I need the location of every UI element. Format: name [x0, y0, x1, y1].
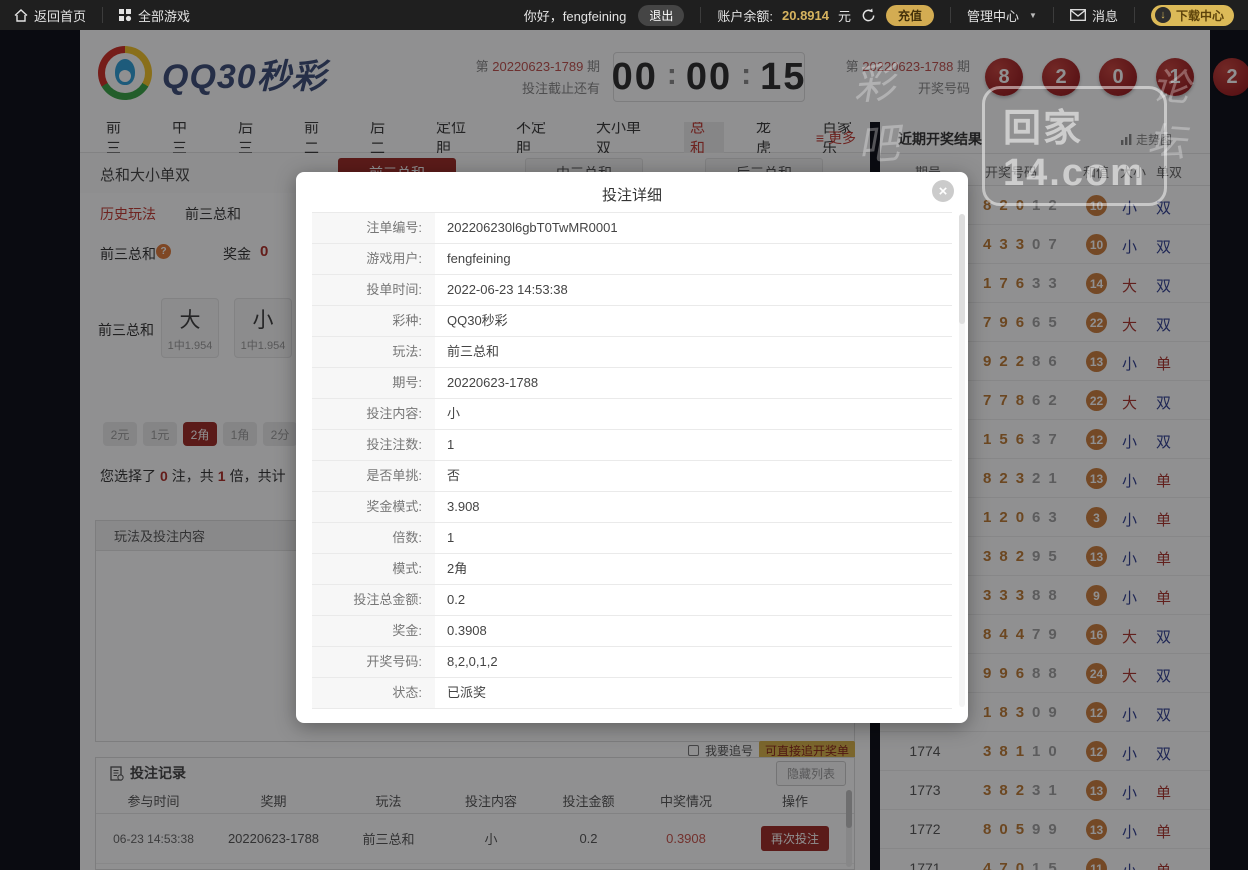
balance-unit: 元: [838, 6, 851, 25]
envelope-icon: [1070, 9, 1086, 21]
detail-value: 1: [435, 430, 952, 460]
detail-label: 投注总金额:: [312, 585, 435, 615]
messages-label: 消息: [1092, 6, 1118, 25]
detail-label: 投注内容:: [312, 399, 435, 429]
detail-label: 注单编号:: [312, 213, 435, 243]
detail-label: 投单时间:: [312, 275, 435, 305]
divider: [102, 7, 103, 23]
detail-row: 奖金模式:3.908: [312, 492, 952, 523]
detail-row: 游戏用户:fengfeining: [312, 244, 952, 275]
detail-value: 2角: [435, 554, 952, 584]
detail-label: 奖金模式:: [312, 492, 435, 522]
detail-value: 前三总和: [435, 337, 952, 367]
detail-label: 奖金:: [312, 616, 435, 646]
detail-label: 游戏用户:: [312, 244, 435, 274]
detail-row: 投单时间:2022-06-23 14:53:38: [312, 275, 952, 306]
detail-value: 0.3908: [435, 616, 952, 646]
divider: [1134, 7, 1135, 23]
balance-label: 账户余额:: [717, 6, 773, 25]
download-icon: ↓: [1155, 7, 1171, 23]
detail-label: 是否单挑:: [312, 461, 435, 491]
detail-row: 投注注数:1: [312, 430, 952, 461]
detail-row: 投注内容:小: [312, 399, 952, 430]
bet-detail-modal: 投注详细 × 注单编号:202206230l6gbT0TwMR0001游戏用户:…: [296, 172, 968, 723]
modal-title: 投注详细: [296, 184, 968, 205]
detail-row: 玩法:前三总和: [312, 337, 952, 368]
balance-value: 20.8914: [782, 8, 829, 23]
detail-label: 倍数:: [312, 523, 435, 553]
home-label: 返回首页: [34, 6, 86, 25]
detail-row: 状态:已派奖: [312, 678, 952, 709]
detail-value: 小: [435, 399, 952, 429]
refresh-icon[interactable]: [861, 8, 876, 23]
bet-detail-table: 注单编号:202206230l6gbT0TwMR0001游戏用户:fengfei…: [312, 212, 952, 709]
detail-row: 是否单挑:否: [312, 461, 952, 492]
detail-row: 倍数:1: [312, 523, 952, 554]
detail-value: 8,2,0,1,2: [435, 647, 952, 677]
detail-value: fengfeining: [435, 244, 952, 274]
all-games-label: 全部游戏: [138, 6, 190, 25]
detail-row: 模式:2角: [312, 554, 952, 585]
logout-button[interactable]: 退出: [638, 5, 684, 26]
detail-label: 投注注数:: [312, 430, 435, 460]
detail-row: 开奖号码:8,2,0,1,2: [312, 647, 952, 678]
recharge-button[interactable]: 充值: [886, 5, 934, 26]
divider: [700, 7, 701, 23]
topbar: 返回首页 全部游戏 你好，fengfeining 退出 账户余额: 20.891…: [0, 0, 1248, 30]
detail-label: 玩法:: [312, 337, 435, 367]
admin-center-label: 管理中心: [967, 6, 1019, 25]
detail-value: 20220623-1788: [435, 368, 952, 398]
detail-value: 1: [435, 523, 952, 553]
detail-value: 2022-06-23 14:53:38: [435, 275, 952, 305]
divider: [950, 7, 951, 23]
detail-value: 202206230l6gbT0TwMR0001: [435, 213, 952, 243]
detail-value: 0.2: [435, 585, 952, 615]
detail-row: 注单编号:202206230l6gbT0TwMR0001: [312, 213, 952, 244]
greeting: 你好，fengfeining: [524, 6, 627, 25]
download-center-label: 下载中心: [1176, 7, 1224, 24]
messages-link[interactable]: 消息: [1070, 6, 1118, 25]
divider: [1053, 7, 1054, 23]
admin-center-menu[interactable]: 管理中心 ▼: [967, 6, 1037, 25]
detail-row: 投注总金额:0.2: [312, 585, 952, 616]
all-games-link[interactable]: 全部游戏: [119, 6, 190, 25]
detail-row: 彩种:QQ30秒彩: [312, 306, 952, 337]
modal-scrollbar[interactable]: [959, 214, 965, 707]
detail-label: 彩种:: [312, 306, 435, 336]
app-root: 返回首页 全部游戏 你好，fengfeining 退出 账户余额: 20.891…: [0, 0, 1248, 870]
detail-label: 状态:: [312, 678, 435, 708]
grid-icon: [119, 9, 132, 22]
detail-row: 期号:20220623-1788: [312, 368, 952, 399]
home-link[interactable]: 返回首页: [14, 6, 86, 25]
chevron-down-icon: ▼: [1029, 11, 1037, 20]
detail-label: 期号:: [312, 368, 435, 398]
detail-value: 3.908: [435, 492, 952, 522]
detail-label: 模式:: [312, 554, 435, 584]
detail-value: 否: [435, 461, 952, 491]
detail-row: 奖金:0.3908: [312, 616, 952, 647]
balance: 账户余额: 20.8914 元: [717, 6, 851, 25]
detail-value: 已派奖: [435, 678, 952, 708]
download-center-button[interactable]: ↓ 下载中心: [1151, 5, 1234, 26]
home-icon: [14, 9, 28, 22]
detail-value: QQ30秒彩: [435, 306, 952, 336]
detail-label: 开奖号码:: [312, 647, 435, 677]
close-icon[interactable]: ×: [932, 180, 954, 202]
